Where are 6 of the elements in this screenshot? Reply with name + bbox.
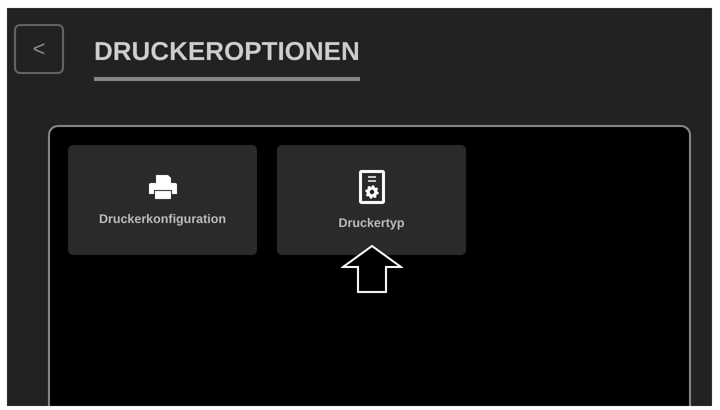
page-title: DRUCKEROPTIONEN: [94, 24, 360, 81]
document-gear-icon: [358, 170, 384, 204]
back-button[interactable]: <: [14, 24, 64, 74]
option-tile[interactable]: Druckerkonfiguration: [68, 145, 257, 255]
option-tile[interactable]: Druckertyp: [277, 145, 466, 255]
printer-icon: [148, 174, 176, 200]
